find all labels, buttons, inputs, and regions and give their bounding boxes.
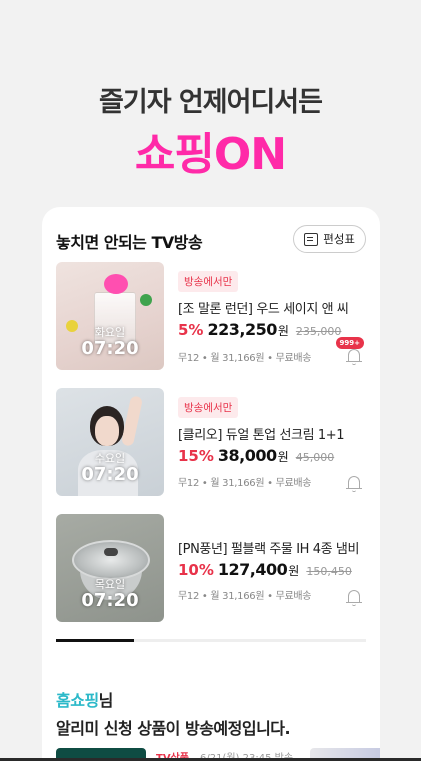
product-thumbnail[interactable]: 목요일 07:20 <box>56 514 164 622</box>
price-row: 15% 38,000 원 45,000 <box>178 446 334 465</box>
sale-price: 38,000 <box>217 446 277 465</box>
currency-unit: 원 <box>277 324 289 338</box>
currency-unit: 원 <box>277 450 289 464</box>
name-suffix: 님 <box>98 691 114 710</box>
carousel-progress <box>56 639 366 642</box>
product-item[interactable]: 수요일 07:20 방송에서만 [클리오] 듀얼 톤업 선크림 1+1 15% … <box>56 388 366 496</box>
thumb-decor <box>104 274 128 294</box>
thumb-decor <box>72 540 150 580</box>
notice-greeting: 홈쇼핑님 <box>56 687 290 711</box>
calendar-icon <box>304 232 319 246</box>
bell-shape <box>348 590 360 602</box>
carousel-progress-fill <box>56 639 134 642</box>
broadcast-time: 07:20 <box>81 338 139 359</box>
exclusive-tag: 방송에서만 <box>178 397 239 418</box>
product-thumbnail[interactable]: 수요일 07:20 <box>56 388 164 496</box>
card-header: 놓치면 안되는 TV방송 편성표 <box>56 225 366 255</box>
alarm-count-badge: 999+ <box>335 337 364 349</box>
bell-icon[interactable]: 999+ <box>335 337 364 366</box>
schedule-label: 편성표 <box>323 232 355 246</box>
thumb-decor <box>95 416 119 446</box>
thumb-decor <box>140 294 152 306</box>
notice-text: 알리미 신청 상품이 방송예정입니다. <box>56 719 291 738</box>
section-title: 놓치면 안되는 TV방송 <box>56 233 203 252</box>
product-name[interactable]: [조 말론 런던] 우드 세이지 앤 씨 <box>178 298 349 317</box>
bell-icon[interactable] <box>346 589 362 607</box>
user-name: 홈쇼핑 <box>56 691 99 710</box>
schedule-button[interactable]: 편성표 <box>293 225 366 253</box>
currency-unit: 원 <box>288 564 300 578</box>
price-row: 10% 127,400 원 150,450 <box>178 560 352 579</box>
thumb-decor <box>120 395 144 447</box>
alarm-notice: 홈쇼핑님 알리미 신청 상품이 방송예정입니다. <box>56 687 291 739</box>
discount-rate: 10% <box>178 561 214 579</box>
installment-info: 무12 • 월 31,166원 • 무료배송 <box>178 591 312 602</box>
broadcast-time: 07:20 <box>81 464 139 485</box>
discount-rate: 15% <box>178 447 214 465</box>
product-item[interactable]: 화요일 07:20 방송에서만 [조 말론 런던] 우드 세이지 앤 씨 5% … <box>56 262 366 370</box>
original-price: 45,000 <box>295 451 335 464</box>
hero-title: 쇼핑ON <box>134 129 287 180</box>
original-price: 150,450 <box>306 565 352 578</box>
bell-shape <box>352 363 356 365</box>
product-item[interactable]: 목요일 07:20 [PN풍년] 펄블랙 주물 IH 4종 냄비 10% 127… <box>56 514 366 622</box>
product-info: 방송에서만 [조 말론 런던] 우드 세이지 앤 씨 5% 223,250 원 … <box>178 262 366 370</box>
bell-shape <box>352 604 356 606</box>
original-price: 235,000 <box>295 325 342 338</box>
exclusive-tag: 방송에서만 <box>178 271 239 292</box>
product-thumbnail[interactable]: 화요일 07:20 <box>56 262 164 370</box>
sale-price: 127,400 <box>217 560 288 579</box>
tv-broadcast-card: 놓치면 안되는 TV방송 편성표 화요일 07:20 방송에서만 [조 말론 런… <box>42 207 380 761</box>
bell-icon[interactable] <box>346 475 362 493</box>
hero-subtitle: 즐기자 언제어디서든 <box>99 87 323 118</box>
broadcast-time: 07:20 <box>81 590 139 611</box>
thumb-decor <box>104 548 118 556</box>
product-info: 방송에서만 [클리오] 듀얼 톤업 선크림 1+1 15% 38,000 원 4… <box>178 388 366 496</box>
installment-info: 무12 • 월 31,166원 • 무료배송 <box>178 353 312 364</box>
bell-shape <box>348 349 360 361</box>
price-row: 5% 223,250 원 235,000 <box>178 320 341 339</box>
sale-price: 223,250 <box>207 320 277 339</box>
product-info: [PN풍년] 펄블랙 주물 IH 4종 냄비 10% 127,400 원 150… <box>178 514 366 622</box>
bell-shape <box>348 476 360 488</box>
bell-shape <box>352 490 356 492</box>
product-name[interactable]: [PN풍년] 펄블랙 주물 IH 4종 냄비 <box>178 538 359 557</box>
installment-info: 무12 • 월 31,166원 • 무료배송 <box>178 478 312 489</box>
discount-rate: 5% <box>178 321 204 339</box>
product-name[interactable]: [클리오] 듀얼 톤업 선크림 1+1 <box>178 424 345 443</box>
